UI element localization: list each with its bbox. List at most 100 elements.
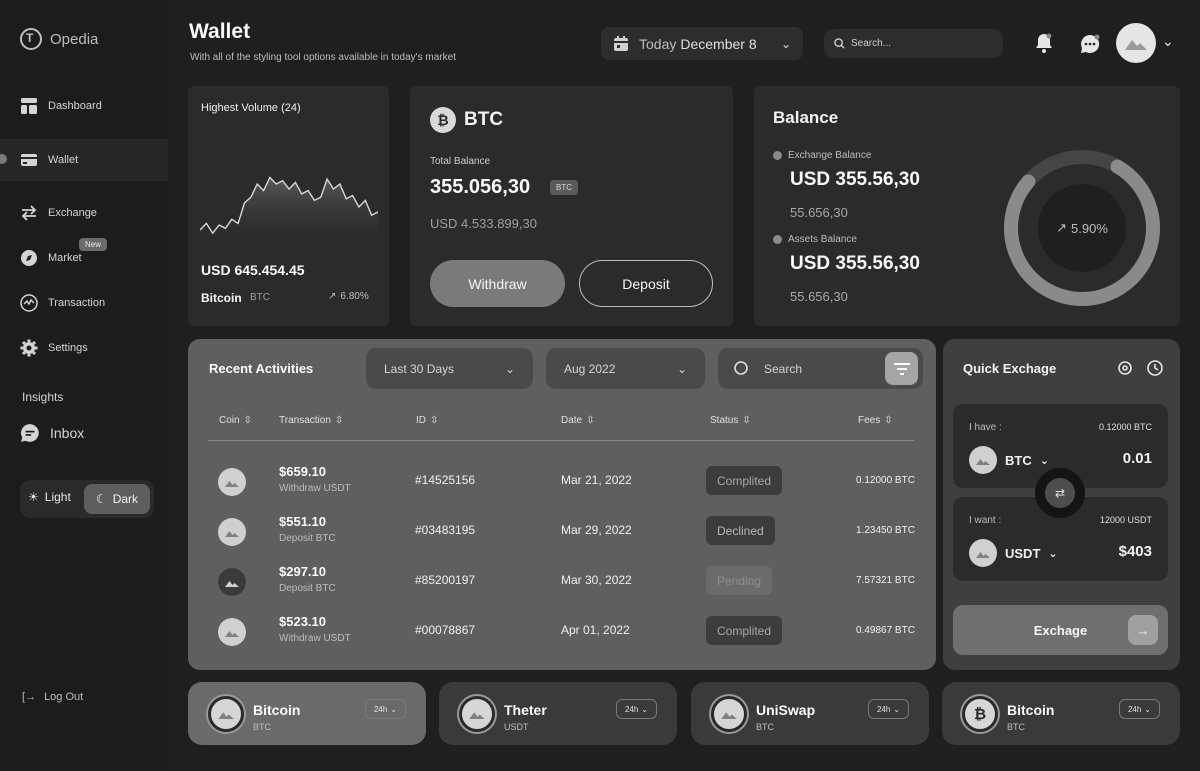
want-coin-select[interactable]: USDT ⌄ [969, 539, 1058, 567]
sort-icon: ⇳ [430, 415, 439, 426]
have-coin-select[interactable]: BTC ⌄ [969, 446, 1049, 474]
swap-inner: ⇄ [1045, 478, 1075, 508]
total-balance-value: 355.056,30 [430, 176, 531, 198]
coin-avatar [218, 618, 246, 646]
chevron-down-icon: ⌄ [676, 361, 687, 376]
settings-icon[interactable] [1116, 359, 1134, 377]
row-id: #03483195 [415, 523, 476, 537]
coin-name: Bitcoin [1007, 702, 1055, 718]
bitcoin-icon: ₿ [973, 705, 987, 723]
coin-card-theter[interactable]: Theter USDT 24h ⌄ [439, 682, 677, 745]
logout-button[interactable]: [→ Log Out [22, 691, 83, 703]
row-date: Mar 21, 2022 [561, 473, 632, 487]
filter-button[interactable] [885, 352, 918, 385]
coin-name: Theter [504, 702, 547, 718]
row-amount: $551.10 [279, 514, 326, 529]
arrow-right-icon: → [1128, 615, 1158, 645]
period-select[interactable]: 24h ⌄ [615, 699, 657, 719]
legend-dot [773, 151, 782, 160]
date-picker[interactable]: Today December 8 ⌄ [601, 27, 803, 60]
logout-icon: [→ [22, 691, 37, 703]
coin-avatar [711, 696, 747, 732]
table-row[interactable]: $523.10 Withdraw USDT #00078867 Apr 01, … [188, 604, 936, 654]
chevron-down-icon: ⌄ [1144, 704, 1151, 714]
coin-ticker: BTC [756, 722, 774, 732]
image-placeholder-icon [225, 530, 239, 537]
col-header-date[interactable]: Date ⇳ [561, 415, 595, 426]
sidebar-item-transaction[interactable]: Transaction [20, 294, 105, 312]
period-select[interactable]: 24h ⌄ [867, 699, 909, 719]
moon-icon: ☾ [95, 492, 107, 506]
balance-title: Balance [773, 108, 839, 127]
exchange-button[interactable]: Exchage → [953, 605, 1168, 655]
calendar-icon [614, 35, 628, 51]
volume-change-value: 6.80% [340, 291, 369, 302]
trend-up-icon: ↗ [328, 291, 337, 302]
swap-button[interactable]: ⇄ [1035, 468, 1085, 518]
col-header-id[interactable]: ID ⇳ [416, 415, 438, 426]
theme-dark-option[interactable]: ☾ Dark [84, 484, 150, 514]
image-placeholder-icon [225, 480, 239, 487]
coin-card-bitcoin-2[interactable]: ₿ Bitcoin BTC 24h ⌄ [942, 682, 1180, 745]
col-header-status[interactable]: Status ⇳ [710, 415, 751, 426]
theme-light-option[interactable]: ☀ Light [28, 490, 71, 504]
table-divider [208, 440, 914, 441]
assets-balance-value: USD 355.56,30 [790, 253, 920, 274]
sidebar-item-market[interactable]: Market [20, 249, 82, 267]
swap-icon: ⇄ [1054, 486, 1066, 500]
period-value: 24h [624, 704, 639, 714]
period-select[interactable]: 24h ⌄ [1118, 699, 1160, 719]
page-title: Wallet [189, 20, 251, 43]
deposit-button[interactable]: Deposit [579, 260, 713, 307]
status-badge: Complited [706, 466, 783, 495]
volume-title: Highest Volume (24) [201, 102, 301, 114]
coin-card-bitcoin[interactable]: Bitcoin BTC 24h ⌄ [188, 682, 426, 745]
col-header-coin[interactable]: Coin ⇳ [219, 415, 252, 426]
coin-card-uniswap[interactable]: UniSwap BTC 24h ⌄ [691, 682, 929, 745]
sidebar-item-settings[interactable]: Settings [20, 339, 88, 357]
app-logo[interactable]: Opedia [20, 28, 98, 50]
sidebar-item-label: Dashboard [48, 100, 102, 112]
volume-sparkline [200, 176, 378, 248]
have-amount[interactable]: 0.01 [1123, 450, 1152, 467]
history-icon[interactable] [1146, 359, 1164, 377]
image-placeholder-icon [218, 712, 234, 719]
currency-tag: BTC [550, 180, 578, 195]
sidebar-item-dashboard[interactable]: Dashboard [20, 97, 102, 115]
sidebar-item-label: Transaction [48, 297, 106, 309]
message-icon[interactable] [1079, 33, 1101, 55]
header-search[interactable]: Search... [824, 29, 1003, 58]
chevron-down-icon: ⌄ [893, 704, 900, 714]
have-label: I have : [969, 422, 1002, 433]
chevron-down-icon: ⌄ [1039, 454, 1049, 467]
sidebar-item-inbox[interactable]: Inbox [20, 423, 84, 443]
assets-balance-text: Assets Balance [788, 234, 857, 245]
table-row[interactable]: $297.10 Deposit BTC #85200197 Mar 30, 20… [188, 554, 936, 604]
have-rate: 0.12000 BTC [1098, 422, 1152, 432]
image-placeholder-icon [225, 630, 239, 637]
have-coin: BTC [1005, 452, 1032, 468]
col-header-transaction[interactable]: Transaction ⇳ [279, 415, 343, 426]
sidebar-item-wallet[interactable]: Wallet [20, 151, 78, 169]
search-input[interactable]: Search... [851, 38, 891, 49]
coin-ticker: BTC [1007, 722, 1025, 732]
table-row[interactable]: $659.10 Withdraw USDT #14525156 Mar 21, … [188, 454, 936, 504]
want-amount[interactable]: $403 [1119, 543, 1152, 560]
sort-icon: ⇳ [742, 415, 751, 426]
withdraw-button[interactable]: Withdraw [430, 260, 565, 307]
row-type: Withdraw USDT [279, 483, 351, 494]
col-header-fees[interactable]: Fees ⇳ [858, 415, 893, 426]
period-select[interactable]: 24h ⌄ [364, 699, 406, 719]
user-avatar[interactable] [1116, 23, 1156, 63]
chevron-down-icon[interactable]: ⌄ [1162, 33, 1174, 50]
table-row[interactable]: $551.10 Deposit BTC #03483195 Mar 29, 20… [188, 504, 936, 554]
activities-title: Recent Activities [209, 361, 314, 376]
btc-name: BTC [464, 109, 504, 130]
assets-balance-sub: 55.656,30 [790, 289, 848, 304]
sidebar-item-exchange[interactable]: Exchange [20, 204, 97, 222]
activities-search-input[interactable]: Search [764, 362, 802, 376]
bell-icon[interactable] [1033, 32, 1055, 54]
month-select[interactable]: Aug 2022 ⌄ [546, 348, 705, 389]
range-select[interactable]: Last 30 Days ⌄ [366, 348, 533, 389]
coin-avatar [969, 446, 997, 474]
